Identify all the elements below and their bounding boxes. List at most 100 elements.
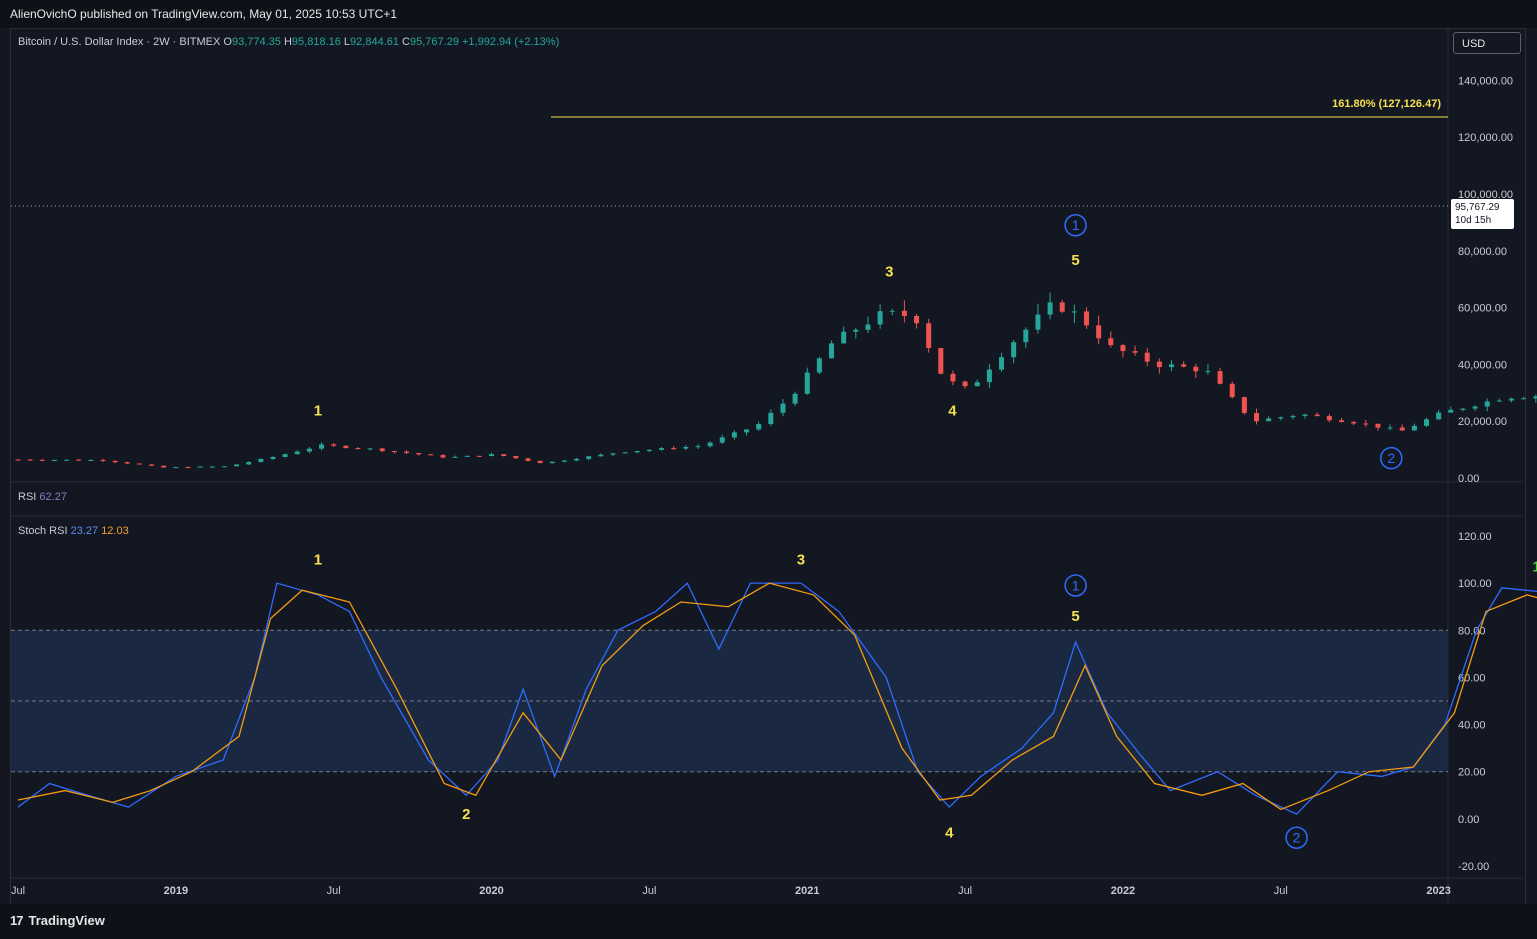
candle-body: [1108, 338, 1114, 346]
candle-body: [501, 454, 507, 457]
last-price-tag: 95,767.29 10d 15h: [1451, 199, 1514, 229]
wave-circle: 1: [1064, 213, 1087, 237]
low-value: 92,844.61: [350, 36, 399, 48]
candle-body: [926, 323, 932, 348]
candle-body: [331, 444, 337, 446]
candle-body: [197, 466, 203, 468]
candle-body: [1351, 422, 1357, 424]
candle-body: [234, 464, 240, 467]
candle-body: [1120, 345, 1126, 352]
candle-body: [1254, 413, 1260, 422]
candle-body: [525, 458, 531, 461]
wave-circle-label: 1: [1072, 578, 1080, 594]
candle-body: [1144, 352, 1150, 362]
candle-body: [15, 459, 21, 461]
time-tick-label: 2021: [795, 885, 819, 897]
candle-body: [1181, 364, 1187, 367]
candle-body: [1156, 361, 1162, 368]
candle-body: [489, 454, 495, 457]
stoch-wave-label: 3: [797, 551, 805, 568]
tradingview-logo[interactable]: 17 TradingView: [10, 913, 105, 928]
price-tick-label: 60,000.00: [1458, 303, 1507, 315]
chart-canvas[interactable]: 0.00 20,000.00 40,000.00 60,000.00 80,000.00…: [0, 0, 1537, 939]
candle-body: [1533, 396, 1537, 399]
stoch-tick-label: 100.00: [1458, 578, 1492, 590]
footer-bar: [0, 904, 1537, 939]
candle-body: [1496, 400, 1502, 402]
rsi-value: 62.27: [39, 491, 67, 503]
candle-body: [768, 412, 774, 425]
candle-body: [756, 424, 762, 430]
rsi-title: RSI: [18, 491, 37, 503]
candle-body: [780, 403, 786, 413]
stoch-tick-label: 0.00: [1458, 814, 1479, 826]
time-tick-label: 2019: [164, 885, 188, 897]
candle-body: [513, 456, 519, 459]
candle-body: [88, 459, 94, 461]
candle-body: [1424, 419, 1430, 426]
candle-body: [561, 460, 567, 462]
candle-body: [124, 462, 130, 464]
currency-selector[interactable]: USD: [1453, 32, 1521, 54]
candle-body: [270, 456, 276, 459]
candle-body: [428, 454, 434, 456]
candle-body: [319, 444, 325, 449]
candle-body: [634, 451, 640, 453]
stoch-wave-label: 1: [314, 551, 322, 568]
stoch-rsi-pane: -20.000.0020.0040.0060.0080.00100.00120.…: [11, 531, 1537, 873]
stoch-tick-label: 20.00: [1458, 767, 1486, 779]
candle-body: [1217, 371, 1223, 384]
wave-label: 1: [314, 403, 322, 420]
candle-body: [1084, 311, 1090, 326]
bar-countdown: 10d 15h: [1455, 215, 1492, 226]
wave-label: 3: [885, 263, 893, 280]
time-tick-label: Jul: [1274, 885, 1288, 897]
candle-body: [695, 446, 701, 448]
candle-body: [1278, 417, 1284, 419]
candle-body: [1375, 423, 1381, 428]
candle-body: [1193, 366, 1199, 372]
candle-body: [1059, 302, 1065, 312]
candle-body: [962, 381, 968, 387]
close-value: 95,767.29: [410, 36, 459, 48]
candle-body: [731, 432, 737, 438]
stoch-k-value: 23.27: [70, 525, 99, 537]
candle-body: [27, 459, 33, 461]
candle-body: [1326, 416, 1332, 421]
stoch-d-value: 12.03: [101, 525, 129, 537]
stoch-tick-label: 40.00: [1458, 720, 1486, 732]
candle-body: [161, 465, 167, 468]
stoch-legend[interactable]: Stoch RSI 23.27 12.03: [18, 525, 129, 537]
candle-body: [1411, 425, 1417, 431]
candle-body: [841, 331, 847, 344]
candle-body: [1071, 311, 1077, 313]
candle-body: [1023, 329, 1029, 343]
candle-body: [306, 448, 312, 452]
candle-body: [1472, 406, 1478, 409]
wave-circle-label: 2: [1293, 830, 1301, 846]
time-tick-label: Jul: [327, 885, 341, 897]
candle-body: [901, 310, 907, 316]
rsi-legend[interactable]: RSI 62.27: [18, 491, 67, 503]
candle-body: [792, 393, 798, 404]
candle-body: [416, 453, 422, 455]
candle-body: [1339, 420, 1345, 423]
candle-body: [744, 429, 750, 433]
candle-body: [1241, 397, 1247, 414]
candle-body: [367, 448, 373, 450]
high-label: H: [283, 36, 292, 48]
stoch-wave-label: 1: [1532, 558, 1537, 575]
candle-body: [707, 442, 713, 447]
candle-body: [804, 372, 810, 394]
candle-body: [1363, 423, 1369, 425]
candle-body: [683, 447, 689, 449]
candle-body: [1436, 412, 1442, 420]
last-price: 95,767.29: [1455, 202, 1500, 213]
candle-body: [829, 343, 835, 359]
wave-circle: 2: [1380, 446, 1403, 470]
change-value: +1,992.94 (+2.13%): [462, 36, 560, 48]
stoch-wave-label: 4: [945, 825, 954, 842]
candle-body: [1047, 302, 1053, 315]
candle-body: [51, 459, 57, 461]
price-tick-label: 20,000.00: [1458, 416, 1507, 428]
